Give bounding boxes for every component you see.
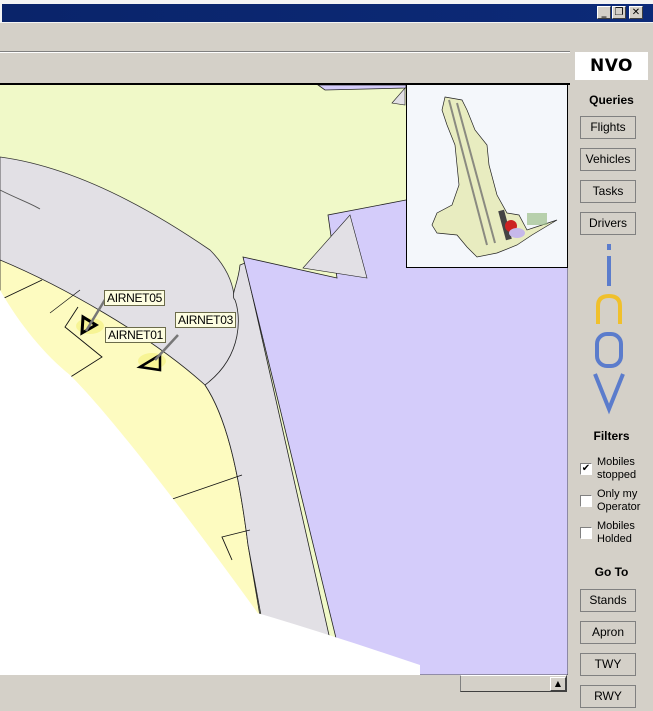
right-sidebar: NVO Queries Flights Vehicles Tasks Drive… [570,52,653,711]
vehicle-label-airnet03[interactable]: AIRNET03 [175,312,236,328]
scroll-up-button[interactable]: ▲ [550,677,566,691]
minimap-canvas [431,96,558,258]
vehicle-label-airnet01[interactable]: AIRNET01 [105,327,166,343]
filters-heading: Filters [593,429,630,443]
restore-button[interactable]: ❐ [612,6,626,19]
minimize-button[interactable]: _ [597,6,611,19]
filter-mobiles-holded[interactable]: Mobiles Holded [580,520,653,548]
twy-button[interactable]: TWY [580,653,636,676]
mobiles-stopped-checkbox[interactable]: ✔ [580,463,592,475]
mobiles-holded-label: Mobiles Holded [597,520,635,545]
vehicle-label-airnet05[interactable]: AIRNET05 [104,290,165,306]
only-my-operator-checkbox[interactable] [580,495,592,507]
only-my-operator-label: Only my Operator [597,488,641,513]
rwy-button[interactable]: RWY [580,685,636,708]
filter-mobiles-stopped[interactable]: ✔ Mobiles stopped [580,456,653,484]
tasks-button[interactable]: Tasks [580,180,636,203]
stands-button[interactable]: Stands [580,589,636,612]
flights-button[interactable]: Flights [580,116,636,139]
apron-button[interactable]: Apron [580,621,636,644]
nvo-logo: NVO [575,52,648,80]
overview-minimap[interactable] [406,85,568,268]
toolbar [0,52,570,85]
minimap-airport-outline [431,96,558,258]
mobiles-stopped-label: Mobiles stopped [597,456,637,481]
goto-heading: Go To [594,565,629,579]
drivers-button[interactable]: Drivers [580,212,636,235]
scrollbar-track-left [380,675,460,692]
menu-bar [0,23,570,52]
vehicles-button[interactable]: Vehicles [580,148,636,171]
close-button[interactable]: ✕ [629,6,643,19]
filter-only-my-operator[interactable]: Only my Operator [580,488,653,516]
mobiles-holded-checkbox[interactable] [580,527,592,539]
title-bar-fill [2,4,653,22]
title-bar: _ ❐ ✕ [0,0,653,23]
queries-heading: Queries [589,93,634,107]
i2ov-logo [593,244,625,415]
